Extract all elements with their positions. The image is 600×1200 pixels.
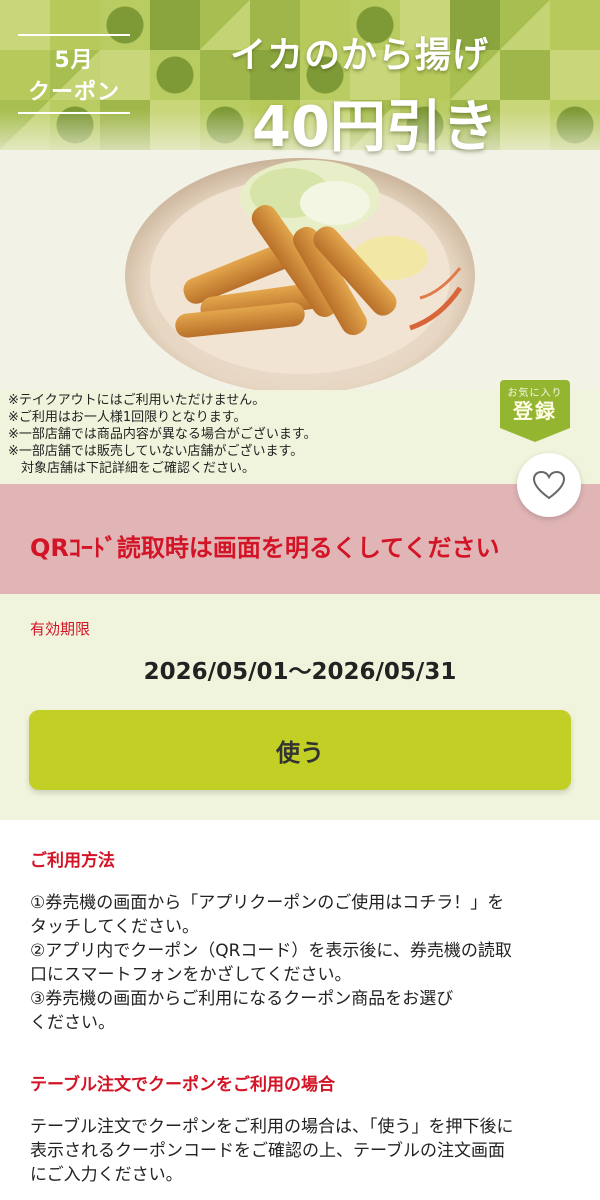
table-order-title: テーブル注文でクーポンをご利用の場合 xyxy=(30,1075,335,1095)
heart-icon xyxy=(532,470,566,500)
how-to-use-steps: ①券売機の画面から「アプリクーポンのご使用はコチラ！」を タッチしてください。 … xyxy=(30,891,575,1035)
month-label: 5月 xyxy=(54,48,94,73)
product-name: イカのから揚げ xyxy=(230,35,490,76)
note-line: ※一部店舗では販売していない店舗がございます。 xyxy=(8,444,304,459)
coupon-notes: ※テイクアウトにはご利用いただけません。 ※ご利用はお一人様1回限りとなります。… xyxy=(8,392,317,477)
step-line: ③券売機の画面からご利用になるクーポン商品をお選び xyxy=(30,989,454,1009)
use-coupon-button[interactable]: 使う xyxy=(29,710,571,790)
body-line: にご入力ください。 xyxy=(30,1165,183,1185)
coupon-label: クーポン xyxy=(27,80,120,105)
coupon-banner: 5月 クーポン イカのから揚げ 40円引き xyxy=(0,0,600,390)
body-line: 表示されるクーポンコードをご確認の上、テーブルの注文画面 xyxy=(30,1141,505,1161)
favorite-heart-button[interactable] xyxy=(517,453,581,517)
note-line: ※ご利用はお一人様1回限りとなります。 xyxy=(8,410,247,425)
step-line: タッチしてください。 xyxy=(30,917,199,937)
favorite-register-badge[interactable]: お気に入り 登録 xyxy=(500,380,570,442)
warning-text: QRｺｰﾄﾞ読取時は画面を明るくしてください xyxy=(30,534,500,562)
favorite-small-label: お気に入り xyxy=(507,388,563,399)
dish-image xyxy=(125,158,475,390)
note-line: ※一部店舗では商品内容が異なる場合がございます。 xyxy=(8,427,317,442)
step-line: ①券売機の画面から「アプリクーポンのご使用はコチラ！」を xyxy=(30,893,505,913)
brightness-warning: QRｺｰﾄﾞ読取時は画面を明るくしてください xyxy=(0,484,600,594)
validity-range: 2026/05/01～2026/05/31 xyxy=(143,659,457,685)
note-line: ※テイクアウトにはご利用いただけません。 xyxy=(8,393,266,408)
table-order-body: テーブル注文でクーポンをご利用の場合は、「使う」を押下後に 表示されるクーポンコ… xyxy=(30,1115,575,1187)
body-line: テーブル注文でクーポンをご利用の場合は、「使う」を押下後に xyxy=(30,1117,514,1137)
step-line: ください。 xyxy=(30,1013,115,1033)
how-to-use-title: ご利用方法 xyxy=(30,851,115,871)
note-line: 対象店舗は下記詳細をご確認ください。 xyxy=(8,461,256,476)
how-to-use-section: ご利用方法 ①券売機の画面から「アプリクーポンのご使用はコチラ！」を タッチして… xyxy=(30,846,575,1035)
favorite-big-label: 登録 xyxy=(513,399,557,423)
validity-panel: 有効期限 2026/05/01～2026/05/31 使う xyxy=(0,594,600,820)
validity-label: 有効期限 xyxy=(30,620,91,638)
step-line: 口にスマートフォンをかざしてください。 xyxy=(30,965,352,985)
table-order-section: テーブル注文でクーポンをご利用の場合 テーブル注文でクーポンをご利用の場合は、「… xyxy=(30,1070,575,1187)
step-line: ②アプリ内でクーポン（QRコード）を表示後に、券売機の読取 xyxy=(30,941,512,961)
month-coupon-label: 5月 クーポン xyxy=(18,34,130,116)
